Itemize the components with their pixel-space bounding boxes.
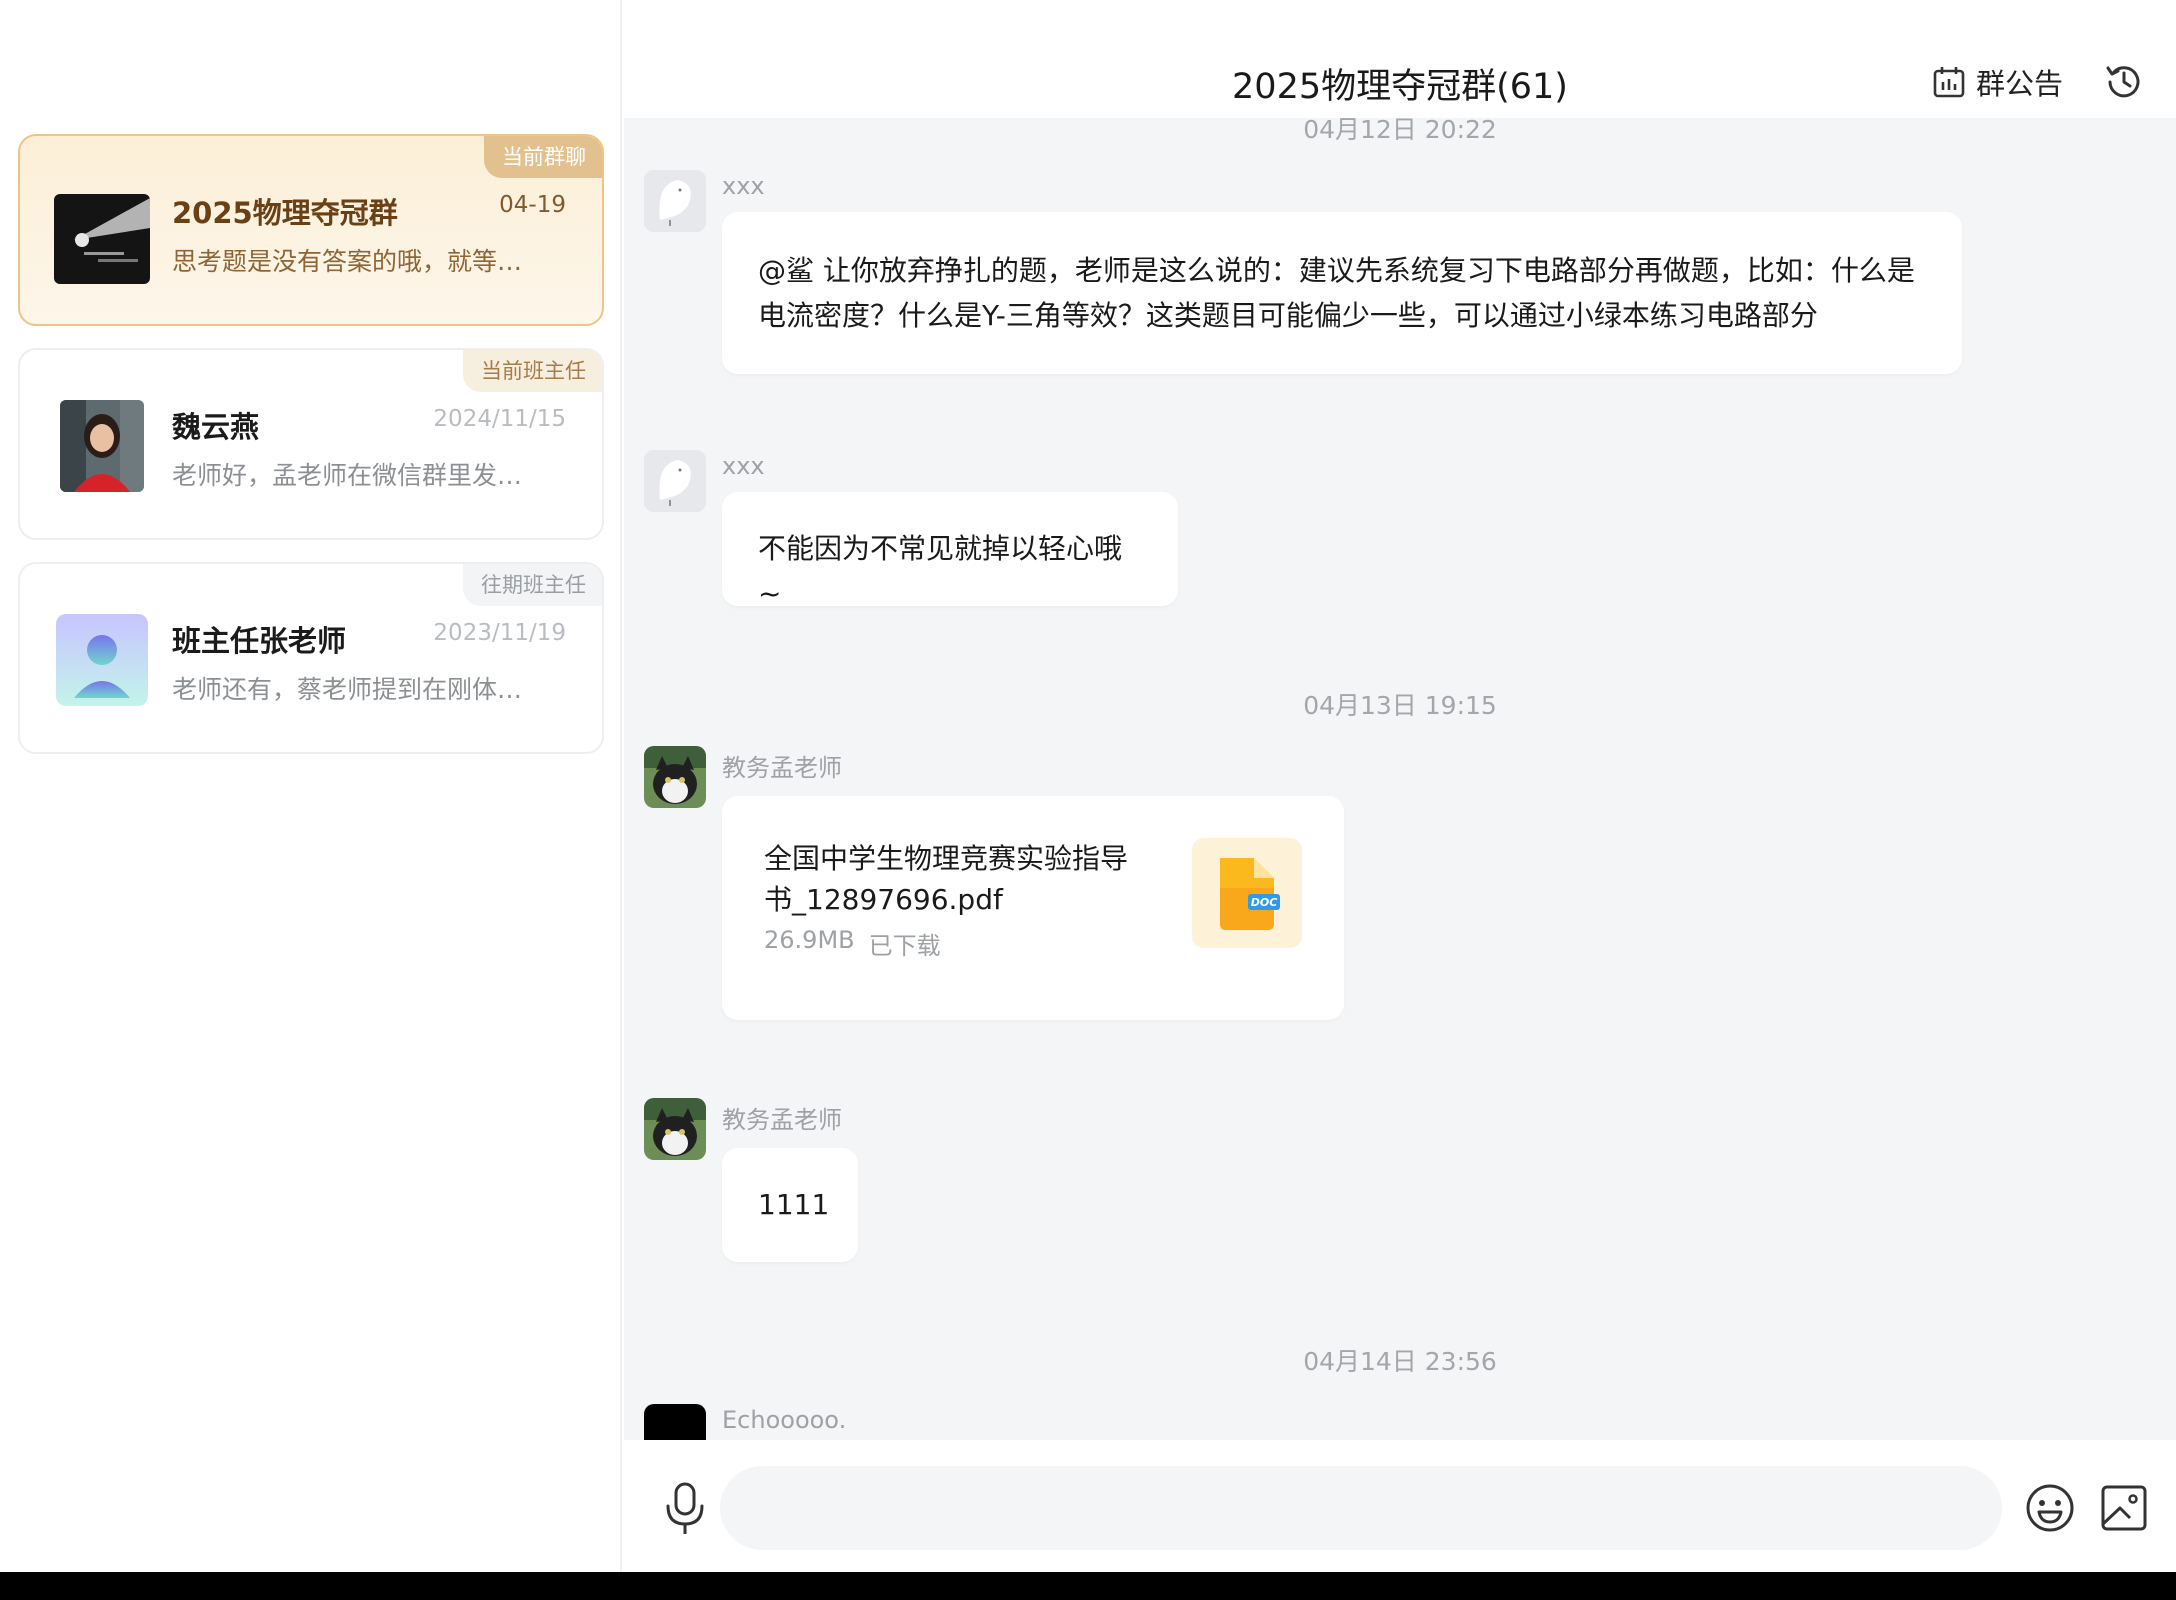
sender-name: xxx — [722, 172, 765, 200]
file-name-line: 全国中学生物理竞赛实验指导 — [764, 842, 1129, 875]
timestamp-separator: 04月13日 19:15 — [1303, 691, 1497, 720]
conversation-item-group[interactable]: 当前群聊 2025物理夺冠群 04-19 思考题是没有答案的哦，就等… — [18, 134, 604, 326]
group-notice-label: 群公告 — [1976, 67, 2064, 101]
sender-name: Echooooo. — [722, 1406, 847, 1434]
emoji-icon — [2026, 1484, 2074, 1532]
message-bubble[interactable]: 1111 — [722, 1148, 858, 1262]
message-text: 不能因为不常见就掉以轻心哦~ — [758, 532, 1123, 610]
microphone-icon — [666, 1482, 704, 1534]
sender-avatar[interactable] — [644, 450, 706, 512]
group-notice-button[interactable]: 群公告 — [1932, 62, 2063, 102]
emoji-button[interactable] — [2024, 1482, 2076, 1534]
message-text: @鲨 让你放弃挣扎的题，老师是这么说的：建议先系统复习下电路部分再做题，比如：什… — [758, 248, 1926, 338]
conversation-preview: 老师好，孟老师在微信群里发… — [172, 461, 523, 490]
file-status: 已下载 — [868, 932, 941, 960]
cat-avatar-image — [644, 746, 706, 808]
person-icon — [56, 614, 148, 706]
message-list[interactable]: 04月12日 20:22 xxx @鲨 让你放弃挣扎的题，老师是这么说的：建议先… — [624, 118, 2176, 1440]
conversation-sidebar: 当前群聊 2025物理夺冠群 04-19 思考题是没有答案的哦，就等… 当前班主… — [0, 0, 622, 1572]
conversation-name: 班主任张老师 — [172, 624, 347, 658]
conversation-tag: 当前班主任 — [463, 350, 602, 392]
sender-avatar[interactable] — [644, 1098, 706, 1160]
conversation-name: 魏云燕 — [172, 410, 260, 444]
chat-panel: 2025物理夺冠群(61) 群公告 04月12日 20:22 xxx @鲨 让你… — [624, 0, 2176, 1572]
group-avatar — [54, 194, 150, 284]
conversation-preview: 思考题是没有答案的哦，就等… — [172, 247, 523, 276]
sender-name: 教务孟老师 — [722, 1106, 842, 1134]
conversation-name: 2025物理夺冠群 — [172, 196, 398, 230]
file-badge-text: DOC — [1251, 896, 1278, 909]
timestamp-separator: 04月14日 23:56 — [1303, 1347, 1497, 1376]
sender-avatar[interactable] — [644, 170, 706, 232]
doc-icon-graphic: DOC — [1220, 858, 1280, 930]
sender-name: 教务孟老师 — [722, 754, 842, 782]
conversation-tag: 当前群聊 — [484, 136, 602, 178]
default-avatar — [56, 614, 148, 706]
sender-avatar[interactable] — [644, 1404, 706, 1440]
system-bar — [0, 1572, 2176, 1600]
conversation-date: 04-19 — [499, 192, 566, 218]
chat-header: 2025物理夺冠群(61) 群公告 — [624, 0, 2176, 118]
file-size: 26.9MB — [764, 926, 855, 954]
conversation-date: 2023/11/19 — [433, 620, 566, 646]
doc-file-icon: DOC — [1192, 838, 1302, 948]
history-icon — [2106, 66, 2140, 98]
conversation-tag: 往期班主任 — [463, 564, 602, 606]
input-bar — [624, 1440, 2176, 1572]
history-button[interactable] — [2102, 60, 2146, 104]
message-text: 1111 — [758, 1188, 830, 1221]
conversation-item-teacher[interactable]: 当前班主任 魏云燕 2024/11/15 老师好，孟老师在微信群里发… — [18, 348, 604, 540]
message-input[interactable] — [720, 1466, 2002, 1550]
timestamp-separator: 04月12日 20:22 — [1303, 118, 1497, 144]
voice-button[interactable] — [660, 1480, 710, 1536]
message-text-line: @鲨 让你放弃挣扎的题，老师是这么说的：建议先系统复习下电路部分再做题，比如：什… — [758, 254, 1915, 287]
message-bubble[interactable]: 不能因为不常见就掉以轻心哦~ — [722, 492, 1178, 610]
file-meta: 26.9MB 已下载 — [764, 926, 941, 961]
sender-avatar[interactable] — [644, 746, 706, 808]
file-message-card[interactable]: 全国中学生物理竞赛实验指导 书_12897696.pdf 26.9MB 已下载 … — [722, 796, 1344, 1020]
ghost-avatar-icon — [644, 170, 706, 232]
file-name: 全国中学生物理竞赛实验指导 书_12897696.pdf — [764, 838, 1164, 920]
conversation-preview: 老师还有，蔡老师提到在刚体… — [172, 675, 523, 704]
message-text-line: 电流密度？什么是Y-三角等效？这类题目可能偏少一些，可以通过小绿本练习电路部分 — [758, 299, 1818, 332]
message-bubble[interactable]: @鲨 让你放弃挣扎的题，老师是这么说的：建议先系统复习下电路部分再做题，比如：什… — [722, 212, 1962, 374]
group-avatar-image — [54, 194, 150, 284]
teacher-avatar — [60, 400, 144, 492]
conversation-date: 2024/11/15 — [433, 406, 566, 432]
sender-name: xxx — [722, 452, 765, 480]
file-name-line: 书_12897696.pdf — [764, 883, 1003, 916]
image-icon — [2101, 1485, 2147, 1531]
conversation-item-head-teacher[interactable]: 往期班主任 班主任张老师 2023/11/19 老师还有，蔡老师提到在刚体… — [18, 562, 604, 754]
teacher-avatar-image — [60, 400, 144, 492]
ghost-avatar-icon — [644, 450, 706, 512]
image-button[interactable] — [2098, 1482, 2150, 1534]
calendar-icon — [1933, 67, 1965, 98]
cat-avatar-image — [644, 1098, 706, 1160]
